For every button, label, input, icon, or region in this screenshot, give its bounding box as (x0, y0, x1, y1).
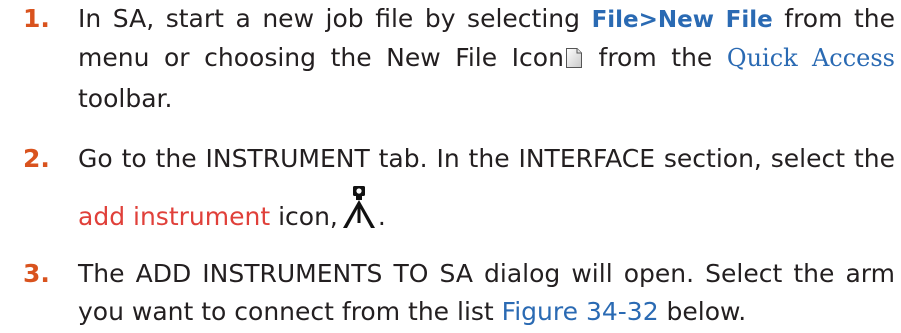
step-number: 1. (23, 4, 50, 33)
figure-reference-link[interactable]: Figure 34-32 (502, 297, 659, 326)
menu-path-link[interactable]: File>New File (592, 7, 773, 33)
quick-access-link[interactable]: Quick Access (727, 44, 895, 72)
add-instrument-link[interactable]: add instrument (78, 202, 270, 231)
step-text-segment: Go to the INSTRUMENT tab. In the INTERFA… (78, 144, 895, 173)
step-text: In SA, start a new job file by selecting… (78, 0, 895, 118)
new-file-icon (565, 42, 583, 80)
step-text-segment: below. (666, 297, 747, 326)
tripod-instrument-icon[interactable] (340, 185, 378, 247)
step-text-segment: icon, (278, 202, 338, 231)
step-text: The ADD INSTRUMENTS TO SA dialog will op… (78, 255, 895, 331)
step-text-segment: In SA, start a new job file by selecting (78, 4, 580, 33)
step-text-segment: toolbar. (78, 84, 173, 113)
step-text: Go to the INSTRUMENT tab. In the INTERFA… (78, 133, 895, 247)
step-number: 2. (23, 144, 50, 173)
step-text-segment: from the (598, 43, 713, 72)
step-number: 3. (23, 259, 50, 288)
step-text-segment: . (377, 202, 386, 231)
step-text-segment: The ADD INSTRUMENTS TO SA dialog will op… (78, 259, 895, 326)
